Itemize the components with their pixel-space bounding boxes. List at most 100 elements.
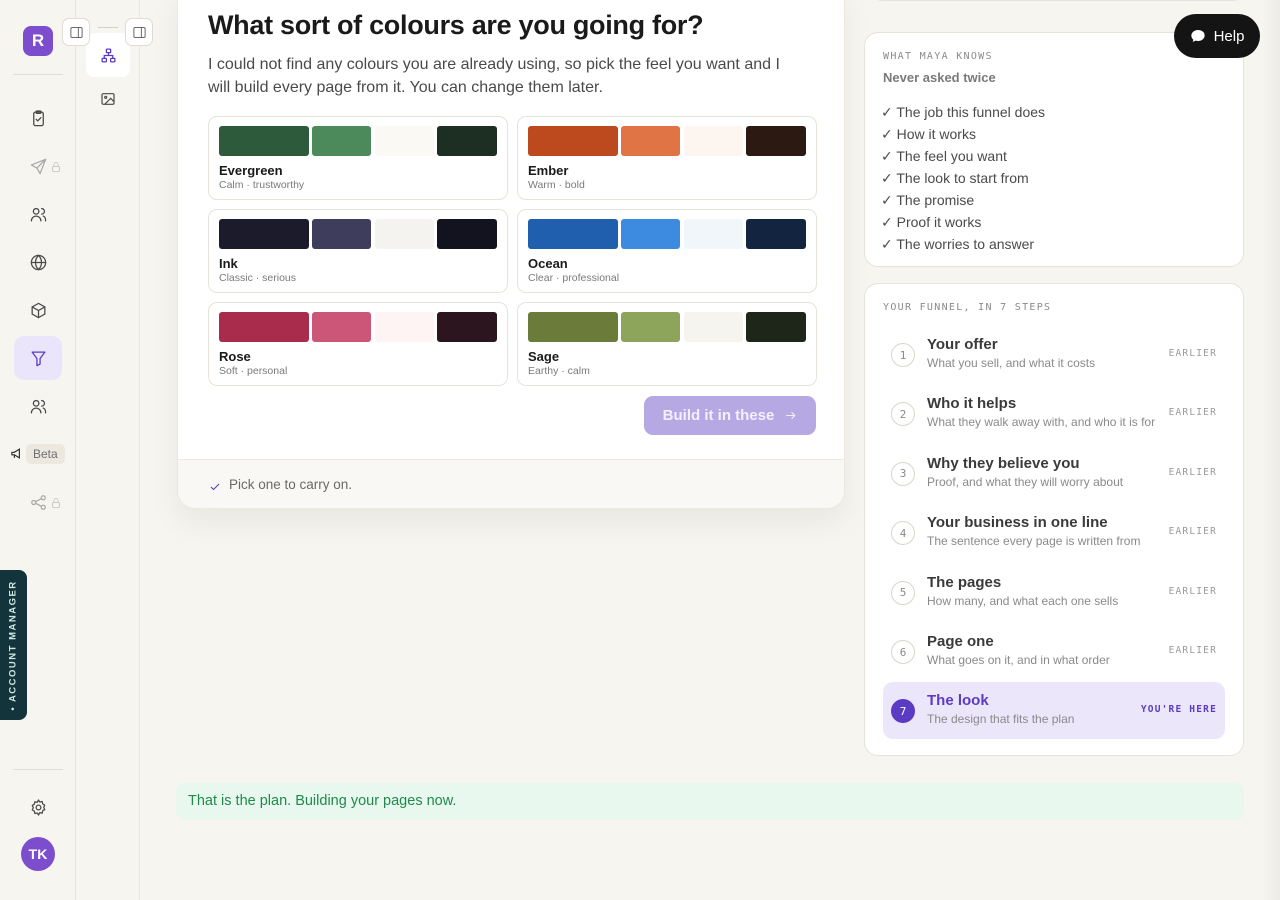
step-description: What goes on it, and in what order: [927, 653, 1110, 667]
nav-contacts[interactable]: [14, 192, 62, 236]
funnel-step-2[interactable]: 2 Who it helps What they walk away with, a…: [883, 385, 1225, 442]
collapse-left-panel-button[interactable]: [62, 18, 90, 46]
rail-divider: [13, 74, 63, 75]
colour-swatch: [746, 219, 806, 249]
colour-swatch: [437, 312, 497, 342]
palette-name: Ember: [528, 163, 569, 178]
step-number: 2: [891, 402, 915, 427]
nav-tasks[interactable]: [14, 96, 62, 140]
send-icon: [30, 158, 46, 174]
nav-team[interactable]: [14, 384, 62, 428]
palette-name: Rose: [219, 349, 251, 364]
colour-swatch: [375, 219, 434, 249]
sidebar-toggle-icon: [132, 26, 146, 38]
step-status: EARLIER: [1168, 526, 1217, 538]
funnel-icon: [31, 351, 45, 366]
colour-swatch: [312, 126, 371, 156]
palette-description: Calm · trustworthy: [219, 179, 305, 191]
beta-badge: Beta: [26, 444, 65, 464]
colour-swatch: [746, 312, 806, 342]
funnel-step-6[interactable]: 6 Page one What goes on it, and in what or…: [883, 623, 1225, 680]
palette-description: Classic · serious: [219, 272, 297, 284]
funnel-step-5[interactable]: 5 The pages How many, and what each one se…: [883, 564, 1225, 621]
colour-question-card: What sort of colours are you going for? …: [177, 0, 845, 509]
colour-swatch: [437, 126, 497, 156]
colour-swatch: [437, 219, 497, 249]
lock-icon: [50, 496, 62, 508]
step-description: The sentence every page is written from: [927, 534, 1141, 549]
divider: [98, 27, 118, 28]
step-title: Your offer: [927, 336, 998, 353]
palette-option-evergreen[interactable]: Evergreen Calm · trustworthy: [208, 116, 508, 200]
step-title: The look: [927, 692, 989, 710]
funnel-step-1[interactable]: 1 Your offer What you sell, and what it co…: [883, 326, 1225, 383]
step-number: 6: [891, 640, 915, 664]
colour-swatch: [684, 126, 743, 156]
question-subtitle: I could not find any colours you are alr…: [208, 56, 780, 96]
colour-swatch: [621, 219, 680, 249]
question-title: What sort of colours are you going for?: [208, 10, 704, 40]
megaphone-icon[interactable]: [10, 446, 25, 461]
colour-swatch: [684, 312, 743, 342]
palette-description: Earthy · calm: [528, 365, 590, 377]
lock-icon: [50, 160, 62, 172]
palette-description: Warm · bold: [528, 179, 585, 191]
knows-subtitle: Never asked twice: [883, 70, 996, 85]
funnel-step-7[interactable]: 7 The look The design that fits the plan YO…: [883, 682, 1225, 740]
colour-swatch: [312, 312, 371, 342]
colour-swatch: [684, 219, 743, 249]
palette-name: Ocean: [528, 256, 568, 271]
step-description: The design that fits the plan: [927, 712, 1075, 727]
funnel-step-3[interactable]: 3 Why they believe you Proof, and what the…: [883, 445, 1225, 502]
colour-swatch: [375, 126, 434, 156]
step-title: Why they believe you: [927, 454, 1080, 472]
colour-swatch: [528, 219, 618, 249]
step-status: EARLIER: [1168, 466, 1217, 478]
palette-option-rose[interactable]: Rose Soft · personal: [208, 302, 508, 386]
step-status: YOU'RE HERE: [1140, 704, 1217, 716]
team-icon: [30, 399, 46, 413]
funnel-step-4[interactable]: 4 Your business in one line The sentence e…: [883, 504, 1225, 561]
help-button[interactable]: Help: [1174, 14, 1260, 58]
colour-swatch: [528, 312, 618, 342]
clipboard-check-icon: [32, 109, 44, 126]
palette-description: Soft · personal: [219, 365, 288, 377]
palette-option-ember[interactable]: Ember Warm · bold: [517, 116, 817, 200]
step-description: How many, and what each one sells: [927, 593, 1119, 608]
collapse-panel-button[interactable]: [125, 18, 153, 46]
known-item: ✓ The promise: [881, 192, 975, 208]
nav-websites[interactable]: [14, 240, 62, 284]
build-it-button[interactable]: Build it in these: [644, 396, 816, 435]
sitemap-tab[interactable]: [86, 33, 130, 77]
palette-option-sage[interactable]: Sage Earthy · calm: [517, 302, 817, 386]
sidebar-toggle-icon: [69, 26, 83, 38]
palette-name: Ink: [219, 256, 238, 271]
known-item: ✓ Proof it works: [881, 214, 982, 230]
step-status: EARLIER: [1168, 645, 1217, 656]
users-icon: [30, 207, 46, 221]
known-item: ✓ The look to start from: [881, 170, 1029, 186]
account-manager-tab[interactable]: • ACCOUNT MANAGER: [0, 570, 27, 720]
chat-bubble-icon: [1190, 30, 1205, 42]
what-maya-knows-card: WHAT MAYA KNOWS Never asked twice ✓ The …: [864, 32, 1244, 267]
known-item: ✓ The feel you want: [881, 148, 1007, 164]
nav-settings[interactable]: [14, 785, 62, 829]
knows-caption: WHAT MAYA KNOWS: [883, 51, 993, 62]
funnel-steps-card: YOUR FUNNEL, IN 7 STEPS 1 Your offer What …: [864, 283, 1244, 756]
arrow-right-icon: [786, 411, 796, 420]
nav-products[interactable]: [14, 288, 62, 332]
user-avatar[interactable]: TK: [21, 837, 55, 871]
step-number: 7: [891, 699, 915, 724]
palette-option-ink[interactable]: Ink Classic · serious: [208, 209, 508, 293]
edge-shade: [1262, 0, 1280, 900]
known-item: ✓ The worries to answer: [881, 236, 1035, 252]
workspace-logo[interactable]: R: [23, 26, 53, 56]
share-icon: [30, 494, 46, 510]
palette-name: Sage: [528, 349, 560, 364]
nav-funnels[interactable]: [14, 336, 62, 380]
palette-option-ocean[interactable]: Ocean Clear · professional: [517, 209, 817, 293]
footer-hint: Pick one to carry on.: [229, 477, 353, 492]
image-tab[interactable]: [98, 89, 118, 109]
step-description: What you sell, and what it costs: [927, 356, 1096, 370]
known-item: ✓ The job this funnel does: [881, 104, 1046, 120]
